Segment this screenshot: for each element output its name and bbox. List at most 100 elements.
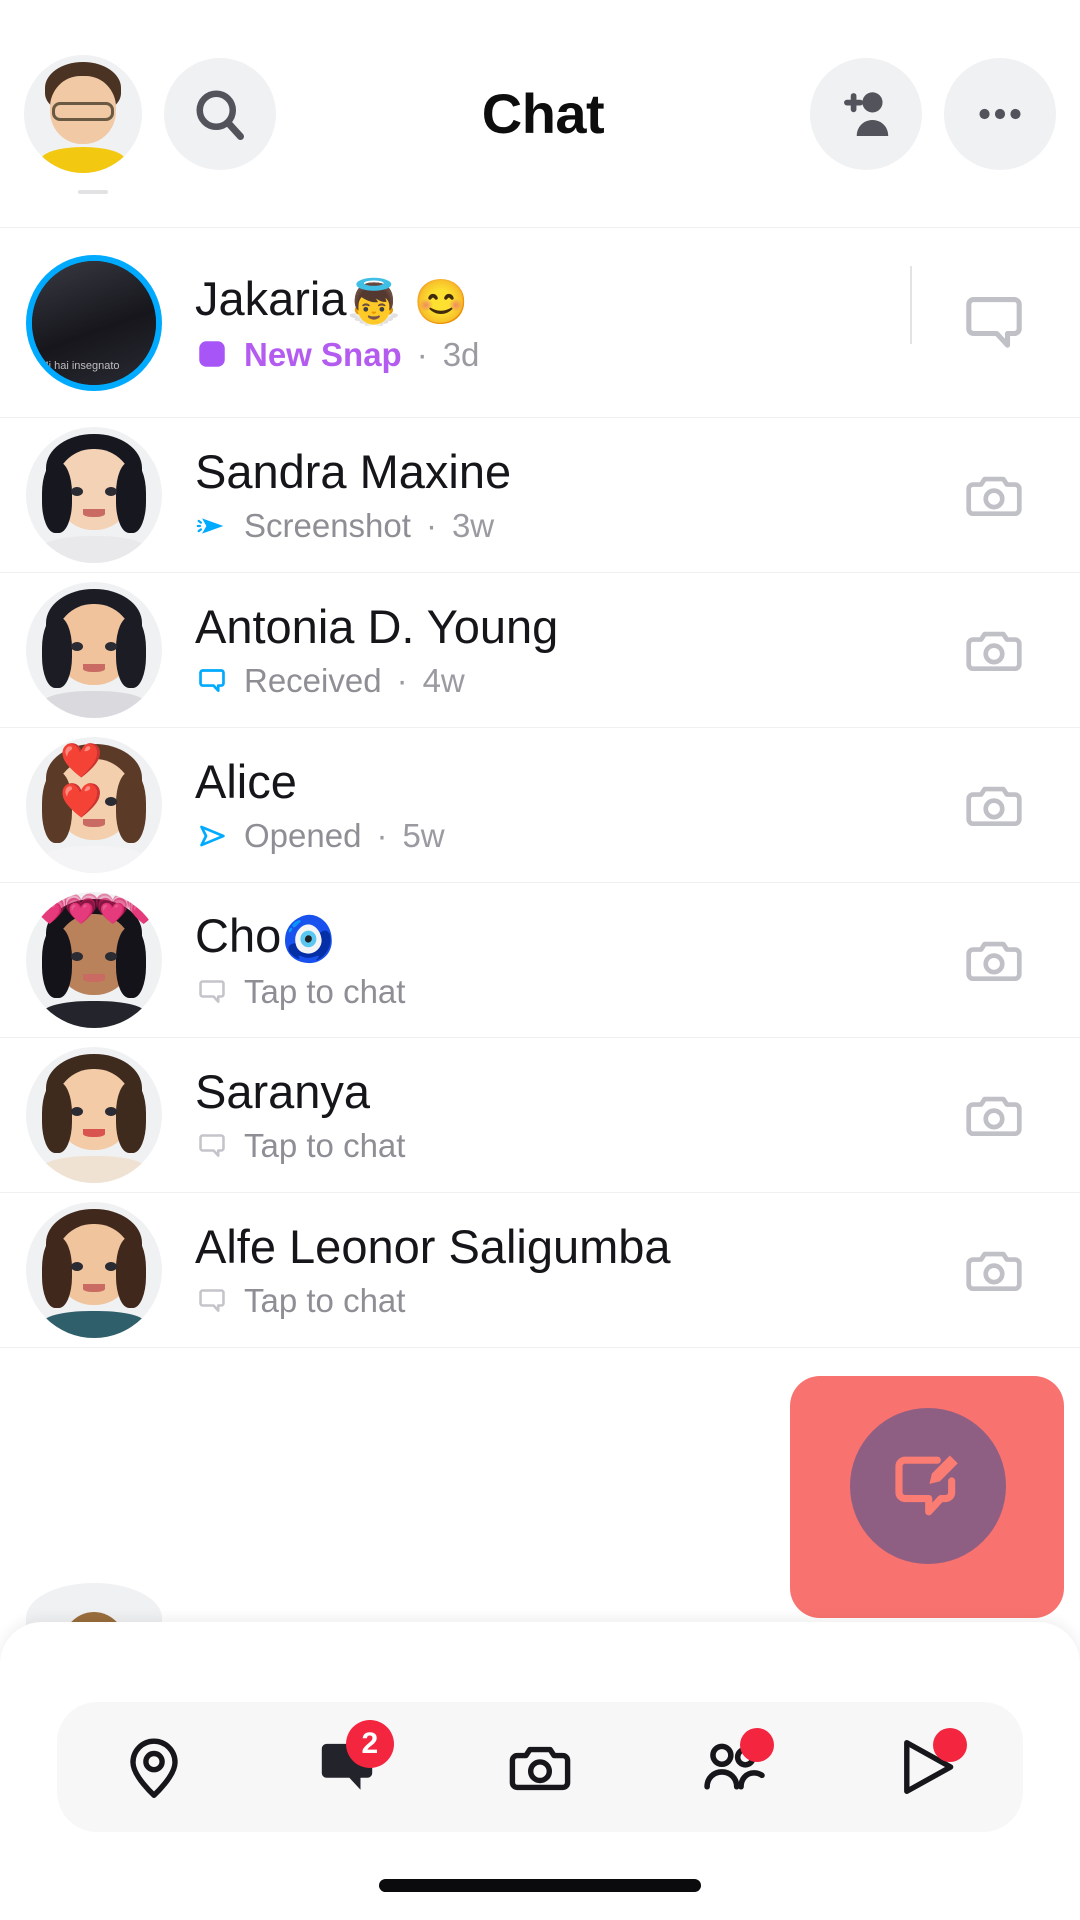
bottom-nav-bar: 2 bbox=[57, 1702, 1023, 1832]
separator: · bbox=[396, 662, 408, 700]
camera-button[interactable] bbox=[934, 462, 1054, 528]
chat-status-text: Opened bbox=[244, 817, 362, 855]
nav-item-friends[interactable] bbox=[658, 1702, 808, 1832]
more-options-button[interactable] bbox=[944, 57, 1056, 170]
chat-timestamp: 5w bbox=[402, 817, 445, 855]
snapchat-chat-screen: Chat Mi hai insegnato Jakaria👼 😊 New Sna… bbox=[0, 0, 1080, 1920]
chat-bubble-button[interactable] bbox=[934, 287, 1054, 359]
chat-row-jakaria[interactable]: Mi hai insegnato Jakaria👼 😊 New Snap · 3… bbox=[0, 228, 1080, 418]
add-friend-button[interactable] bbox=[810, 57, 922, 170]
app-header: Chat bbox=[0, 0, 1080, 228]
chat-timestamp: 3d bbox=[442, 335, 480, 373]
avatar[interactable]: ❤️❤️ bbox=[26, 737, 162, 873]
heart-headband-accessory: ❤️❤️ bbox=[60, 742, 102, 821]
chat-row-content: Antonia D. Young Received · 4w bbox=[162, 602, 934, 698]
chat-row-content: Saranya Tap to chat bbox=[162, 1067, 934, 1163]
add-friend-icon bbox=[844, 91, 889, 136]
chat-name: Alfe Leonor Saligumba bbox=[195, 1222, 934, 1273]
camera-button[interactable] bbox=[934, 617, 1054, 683]
chat-name-text: Saranya bbox=[195, 1067, 371, 1118]
friends-badge-dot bbox=[740, 1728, 775, 1762]
camera-icon bbox=[966, 1096, 1022, 1137]
chat-row-sandra-maxine[interactable]: Sandra Maxine Screenshot · 3w bbox=[0, 418, 1080, 573]
camera-icon bbox=[966, 631, 1022, 672]
chat-name-text: Alfe Leonor Saligumba bbox=[195, 1222, 671, 1273]
chat-status: Screenshot · 3w bbox=[195, 509, 934, 543]
received-chat-icon bbox=[199, 669, 225, 692]
chat-row-content: Alice Opened · 5w bbox=[162, 757, 934, 853]
camera-icon bbox=[966, 1251, 1022, 1292]
chat-row-content: Sandra Maxine Screenshot · 3w bbox=[162, 447, 934, 543]
separator: · bbox=[376, 817, 388, 855]
bottom-nav-sheet: 2 bbox=[0, 1622, 1080, 1920]
nav-item-map[interactable] bbox=[79, 1702, 229, 1832]
chat-status: Tap to chat bbox=[195, 1284, 934, 1318]
chat-name-text: Sandra Maxine bbox=[195, 447, 512, 498]
chat-row-content: Cho🧿 Tap to chat bbox=[162, 911, 934, 1009]
chat-status-text: New Snap bbox=[244, 335, 402, 373]
tap-to-chat-icon bbox=[199, 979, 225, 1003]
chat-row-cho[interactable]: 💗💗💗💗 Cho🧿 Tap to chat bbox=[0, 883, 1080, 1038]
camera-icon bbox=[509, 1746, 571, 1791]
chat-status-text: Tap to chat bbox=[244, 973, 406, 1011]
chat-name: Jakaria👼 😊 bbox=[195, 274, 934, 327]
avatar[interactable]: 💗💗💗💗 bbox=[26, 892, 162, 1028]
chat-name-text: Cho bbox=[195, 911, 282, 963]
new-chat-button[interactable] bbox=[850, 1408, 1006, 1564]
chat-name-text: Antonia D. Young bbox=[195, 602, 559, 653]
separator: · bbox=[425, 507, 437, 545]
chat-name-emoji: 🧿 bbox=[281, 915, 337, 964]
search-icon bbox=[196, 90, 245, 140]
camera-button[interactable] bbox=[934, 772, 1054, 838]
camera-icon bbox=[966, 476, 1022, 517]
new-snap-square-icon bbox=[199, 341, 225, 367]
chat-name: Sandra Maxine bbox=[195, 447, 934, 498]
avatar[interactable] bbox=[26, 1047, 162, 1183]
chat-row-antonia-d-young[interactable]: Antonia D. Young Received · 4w bbox=[0, 573, 1080, 728]
chat-status-text: Tap to chat bbox=[244, 1127, 406, 1165]
tap-to-chat-icon bbox=[199, 1289, 225, 1312]
avatar[interactable] bbox=[26, 582, 162, 718]
chat-list: Mi hai insegnato Jakaria👼 😊 New Snap · 3… bbox=[0, 228, 1080, 1348]
camera-button[interactable] bbox=[934, 1237, 1054, 1303]
chat-row-saranya[interactable]: Saranya Tap to chat bbox=[0, 1038, 1080, 1193]
nav-item-stories[interactable] bbox=[851, 1702, 1001, 1832]
chat-name-emoji: 👼 😊 bbox=[346, 277, 469, 327]
chat-timestamp: 4w bbox=[422, 662, 465, 700]
chat-row-alfe-leonor-saligumba[interactable]: Alfe Leonor Saligumba Tap to chat bbox=[0, 1193, 1080, 1348]
chat-name: Cho🧿 bbox=[195, 911, 934, 964]
chat-status-text: Tap to chat bbox=[244, 1282, 406, 1320]
camera-button[interactable] bbox=[934, 1082, 1054, 1148]
chat-status: New Snap · 3d bbox=[195, 337, 934, 371]
row-divider bbox=[910, 266, 912, 344]
new-chat-compose-icon bbox=[895, 1455, 958, 1516]
avatar[interactable] bbox=[26, 1202, 162, 1338]
chat-row-content: Alfe Leonor Saligumba Tap to chat bbox=[162, 1222, 934, 1318]
pink-hearts-accessory: 💗💗💗💗 bbox=[31, 893, 162, 926]
search-button[interactable] bbox=[164, 57, 276, 170]
avatar[interactable]: Mi hai insegnato bbox=[26, 254, 162, 391]
nav-item-chat[interactable]: 2 bbox=[272, 1702, 422, 1832]
separator: · bbox=[416, 335, 428, 373]
chat-status: Tap to chat bbox=[195, 1129, 934, 1163]
camera-button[interactable] bbox=[934, 927, 1054, 993]
chat-unread-badge: 2 bbox=[345, 1720, 394, 1768]
nav-item-camera[interactable] bbox=[465, 1702, 615, 1832]
home-indicator bbox=[379, 1879, 701, 1892]
opened-snap-arrow-icon bbox=[200, 825, 225, 847]
chat-name: Antonia D. Young bbox=[195, 602, 934, 653]
chat-row-content: Jakaria👼 😊 New Snap · 3d bbox=[162, 274, 934, 372]
tap-to-chat-icon bbox=[199, 1134, 225, 1157]
chat-row-alice[interactable]: ❤️❤️ Alice Opened · 5w bbox=[0, 728, 1080, 883]
chat-status: Received · 4w bbox=[195, 664, 934, 698]
chat-status-text: Received bbox=[244, 662, 382, 700]
page-title: Chat bbox=[481, 82, 605, 145]
profile-avatar-button[interactable] bbox=[24, 54, 142, 173]
chat-timestamp: 3w bbox=[451, 507, 495, 545]
screenshot-arrow-icon bbox=[196, 518, 224, 534]
chat-name-text: Alice bbox=[195, 757, 297, 808]
more-options-icon bbox=[979, 108, 1021, 119]
my-bitmoji-avatar bbox=[24, 55, 142, 173]
avatar[interactable] bbox=[26, 427, 162, 563]
chat-status: Opened · 5w bbox=[195, 819, 934, 853]
